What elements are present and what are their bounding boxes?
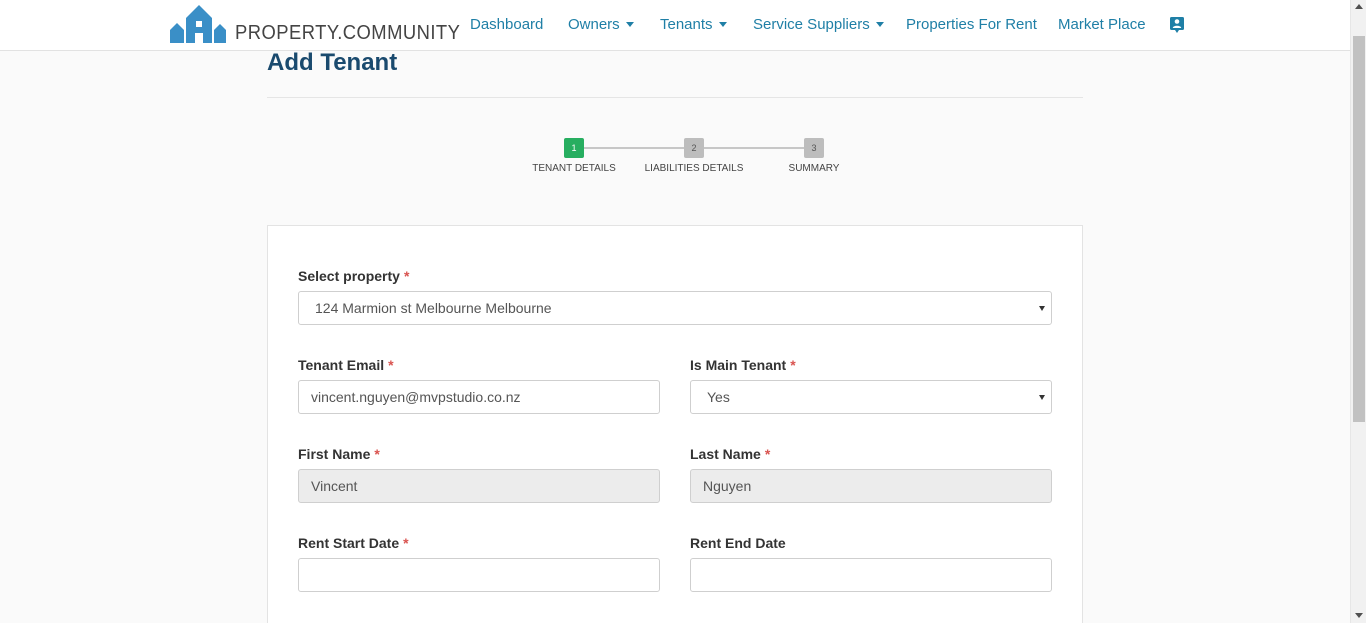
is-main-tenant-dropdown[interactable]: Yes	[690, 380, 1052, 414]
tenant-email-label: Tenant Email *	[298, 357, 394, 373]
first-name-label: First Name *	[298, 446, 380, 462]
rent-start-date-label: Rent Start Date *	[298, 535, 409, 551]
step-3-label: SUMMARY	[788, 163, 840, 174]
brand-name: PROPERTY.COMMUNITY	[235, 22, 461, 44]
last-name-label: Last Name *	[690, 446, 771, 462]
nav-tenants-dropdown[interactable]: Tenants	[660, 16, 727, 33]
required-marker: *	[388, 357, 394, 373]
select-property-dropdown[interactable]: 124 Marmion st Melbourne Melbourne	[298, 291, 1052, 325]
caret-down-icon	[718, 21, 727, 27]
step-2-indicator: 2	[684, 138, 704, 158]
step-1-indicator: 1	[564, 138, 584, 158]
stepper-connector	[584, 147, 684, 149]
step-2-label: LIABILITIES DETAILS	[644, 163, 744, 174]
nav-service-suppliers-label: Service Suppliers	[753, 16, 870, 33]
step-3-indicator: 3	[804, 138, 824, 158]
first-name-input[interactable]: Vincent	[298, 469, 660, 503]
last-name-value: Nguyen	[703, 478, 752, 494]
caret-down-icon	[625, 21, 634, 27]
nav-tenants-label: Tenants	[660, 16, 713, 33]
scroll-up-arrow-icon[interactable]	[1355, 4, 1363, 9]
stepper-connector	[704, 147, 804, 149]
nav-service-suppliers-dropdown[interactable]: Service Suppliers	[753, 16, 884, 33]
required-marker: *	[403, 535, 409, 551]
dropdown-arrow-icon	[1039, 306, 1045, 311]
nav-owners-dropdown[interactable]: Owners	[568, 16, 634, 33]
required-marker: *	[790, 357, 796, 373]
scroll-down-arrow-icon[interactable]	[1355, 613, 1363, 618]
is-main-tenant-value: Yes	[707, 389, 730, 405]
title-divider	[267, 97, 1083, 98]
rent-start-date-input[interactable]	[298, 558, 660, 592]
nav-properties-for-rent[interactable]: Properties For Rent	[906, 16, 1037, 33]
first-name-value: Vincent	[311, 478, 358, 494]
step-1-label: TENANT DETAILS	[532, 163, 616, 174]
required-marker: *	[374, 446, 380, 462]
house-logo-icon	[170, 5, 226, 43]
last-name-input[interactable]: Nguyen	[690, 469, 1052, 503]
top-navbar: PROPERTY.COMMUNITY Dashboard Owners Tena…	[0, 0, 1350, 51]
required-marker: *	[403, 268, 410, 284]
nav-market-place[interactable]: Market Place	[1058, 16, 1146, 33]
tenant-email-value: vincent.nguyen@mvpstudio.co.nz	[311, 389, 521, 405]
page-title: Add Tenant	[267, 49, 398, 76]
brand-logo[interactable]: PROPERTY.COMMUNITY	[169, 4, 480, 44]
nav-dashboard[interactable]: Dashboard	[470, 16, 543, 33]
tenant-email-input[interactable]: vincent.nguyen@mvpstudio.co.nz	[298, 380, 660, 414]
contact-card-icon[interactable]	[1169, 16, 1185, 34]
dropdown-arrow-icon	[1039, 395, 1045, 400]
scrollbar-thumb[interactable]	[1353, 36, 1365, 422]
nav-owners-label: Owners	[568, 16, 620, 33]
select-property-value: 124 Marmion st Melbourne Melbourne	[315, 300, 552, 316]
required-marker: *	[764, 446, 771, 462]
page-scrollbar[interactable]	[1350, 0, 1366, 623]
rent-end-date-label: Rent End Date	[690, 535, 786, 551]
select-property-label: Select property *	[298, 268, 410, 284]
is-main-tenant-label: Is Main Tenant *	[690, 357, 796, 373]
caret-down-icon	[875, 21, 884, 27]
rent-end-date-input[interactable]	[690, 558, 1052, 592]
